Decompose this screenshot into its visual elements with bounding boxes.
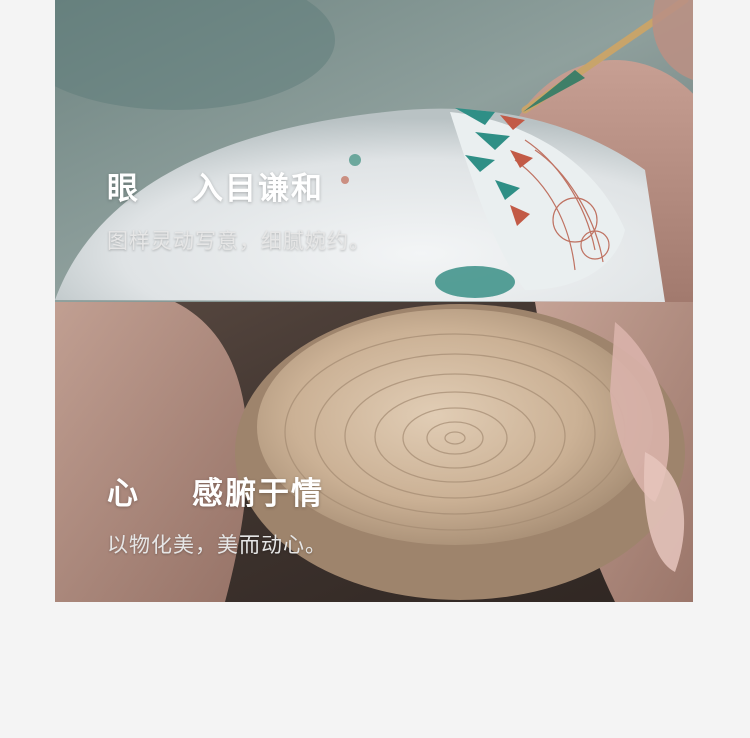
section-heart-panel: 心 感腑于情 以物化美，美而动心。 [55, 302, 693, 602]
section-eye-heading: 眼 入目谦和 [107, 163, 324, 208]
heading-phrase: 入目谦和 [192, 171, 324, 207]
section-heart-caption: 以物化美，美而动心。 [107, 533, 327, 557]
section-heart-heading: 心 感腑于情 [107, 468, 324, 513]
section-eye-panel: 眼 入目谦和 图样灵动写意，细腻婉约。 [55, 0, 693, 302]
section-eye-caption: 图样灵动写意，细腻婉约。 [107, 229, 371, 253]
heading-char: 心 [107, 476, 140, 512]
porcelain-painting-photo [55, 0, 693, 302]
heading-phrase: 感腑于情 [192, 476, 324, 512]
heading-char: 眼 [107, 171, 140, 207]
